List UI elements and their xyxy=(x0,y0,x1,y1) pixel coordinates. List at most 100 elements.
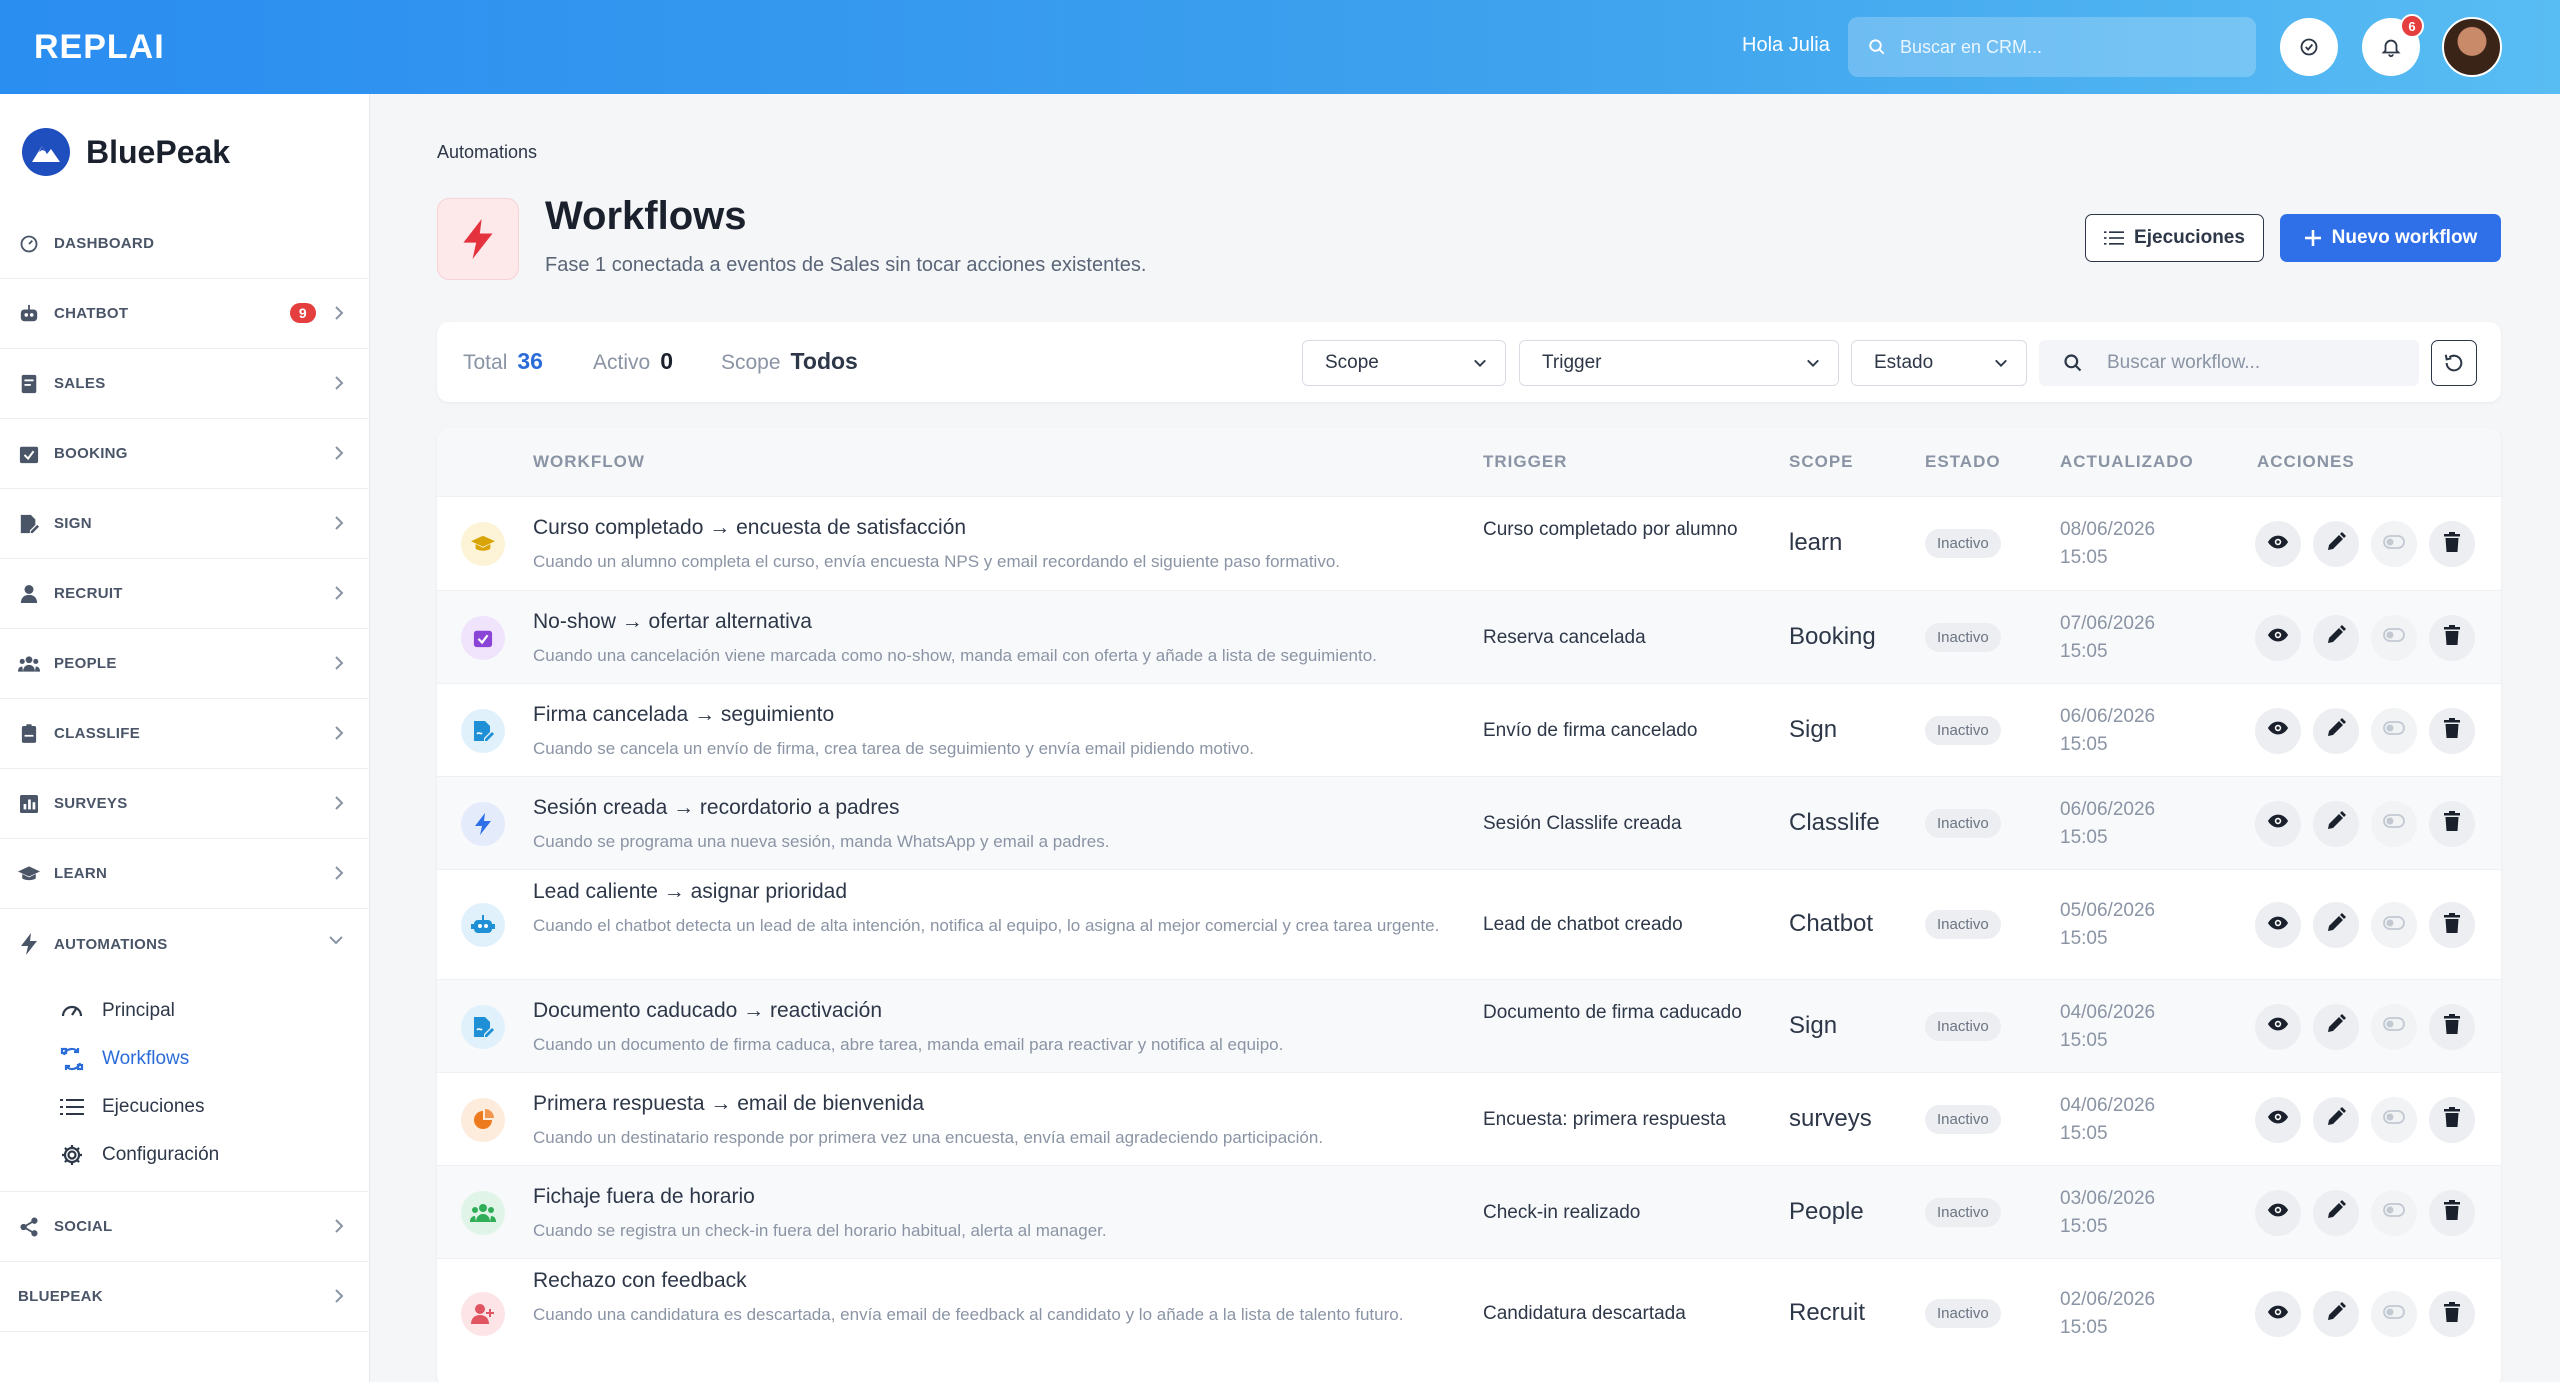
trigger-select[interactable]: Trigger xyxy=(1519,340,1839,386)
workflow-trigger: Reserva cancelada xyxy=(1483,626,1646,648)
user-avatar[interactable] xyxy=(2442,17,2502,77)
delete-button[interactable] xyxy=(2429,521,2475,567)
delete-button[interactable] xyxy=(2429,1291,2475,1337)
col-scope[interactable]: SCOPE xyxy=(1789,452,1854,472)
ejecuciones-label: Ejecuciones xyxy=(2134,227,2245,248)
workflow-title[interactable]: Documento caducado → reactivación xyxy=(533,999,882,1023)
view-button[interactable] xyxy=(2255,1003,2301,1050)
delete-button[interactable] xyxy=(2429,1096,2475,1143)
sidebar-item-chatbot[interactable]: CHATBOT 9 xyxy=(0,279,370,349)
sidebar-item-automations[interactable]: AUTOMATIONS xyxy=(0,909,370,979)
edit-button[interactable] xyxy=(2313,1003,2359,1050)
table-row[interactable]: Firma cancelada → seguimiento Cuando se c… xyxy=(437,683,2501,776)
edit-button[interactable] xyxy=(2313,800,2359,847)
submenu-item-ejecuciones[interactable]: Ejecuciones xyxy=(0,1083,370,1131)
submenu-item-principal[interactable]: Principal xyxy=(0,987,370,1035)
table-row[interactable]: Sesión creada → recordatorio a padres Cua… xyxy=(437,776,2501,869)
sidebar-item-bluepeak[interactable]: BLUEPEAK xyxy=(0,1262,370,1332)
view-button[interactable] xyxy=(2255,521,2301,567)
reset-filters-button[interactable] xyxy=(2431,340,2477,386)
view-button[interactable] xyxy=(2255,1096,2301,1143)
delete-button[interactable] xyxy=(2429,614,2475,661)
workflow-title[interactable]: Rechazo con feedback xyxy=(533,1269,747,1293)
view-button[interactable] xyxy=(2255,902,2301,948)
workflow-title[interactable]: Lead caliente → asignar prioridad xyxy=(533,880,847,904)
edit-button[interactable] xyxy=(2313,1189,2359,1236)
workflow-title[interactable]: Fichaje fuera de horario xyxy=(533,1185,755,1209)
delete-button[interactable] xyxy=(2429,902,2475,948)
toggle-active-button[interactable] xyxy=(2371,614,2417,661)
updated-time: 15:05 xyxy=(2060,1122,2108,1144)
table-row[interactable]: No-show → ofertar alternativa Cuando una … xyxy=(437,590,2501,683)
view-button[interactable] xyxy=(2255,800,2301,847)
edit-button[interactable] xyxy=(2313,1096,2359,1143)
workflow-title[interactable]: Curso completado → encuesta de satisfacc… xyxy=(533,516,966,540)
status-button[interactable] xyxy=(2280,18,2338,76)
view-button[interactable] xyxy=(2255,707,2301,754)
workflow-search-input[interactable]: Buscar workflow... xyxy=(2039,340,2419,386)
workflow-title[interactable]: Sesión creada → recordatorio a padres xyxy=(533,796,900,820)
workflow-updated: 05/06/2026 15:05 xyxy=(2060,897,2155,953)
submenu-item-label: Ejecuciones xyxy=(102,1096,205,1117)
toggle-active-button[interactable] xyxy=(2371,1189,2417,1236)
edit-button[interactable] xyxy=(2313,1291,2359,1337)
table-row[interactable]: Documento caducado → reactivación Cuando … xyxy=(437,979,2501,1072)
delete-button[interactable] xyxy=(2429,800,2475,847)
sidebar-item-booking[interactable]: BOOKING xyxy=(0,419,370,489)
scope-select[interactable]: Scope xyxy=(1302,340,1506,386)
sidebar-item-learn[interactable]: LEARN xyxy=(0,839,370,909)
table-row[interactable]: Rechazo con feedback Cuando una candidatu… xyxy=(437,1258,2501,1368)
sidebar-item-sales[interactable]: SALES xyxy=(0,349,370,419)
edit-button[interactable] xyxy=(2313,707,2359,754)
sidebar-item-dashboard[interactable]: DASHBOARD xyxy=(0,209,370,279)
table-row[interactable]: Lead caliente → asignar prioridad Cuando … xyxy=(437,869,2501,979)
col-actualizado[interactable]: ACTUALIZADO xyxy=(2060,452,2194,472)
sidebar-item-recruit[interactable]: RECRUIT xyxy=(0,559,370,629)
app-logo[interactable]: REPLAI xyxy=(34,28,165,67)
toggle-active-button[interactable] xyxy=(2371,800,2417,847)
ejecuciones-button[interactable]: Ejecuciones xyxy=(2085,214,2264,262)
sidebar-item-social[interactable]: SOCIAL xyxy=(0,1192,370,1262)
toggle-active-button[interactable] xyxy=(2371,902,2417,948)
chevron-down-icon xyxy=(1995,359,2007,367)
submenu-item-configuracion[interactable]: Configuración xyxy=(0,1131,370,1179)
sidebar-item-people[interactable]: PEOPLE xyxy=(0,629,370,699)
new-workflow-button[interactable]: Nuevo workflow xyxy=(2280,214,2501,262)
view-button[interactable] xyxy=(2255,1189,2301,1236)
sidebar-item-sign[interactable]: SIGN xyxy=(0,489,370,559)
sidebar-item-classlife[interactable]: CLASSLIFE xyxy=(0,699,370,769)
workflow-title[interactable]: No-show → ofertar alternativa xyxy=(533,610,812,634)
col-workflow[interactable]: WORKFLOW xyxy=(533,452,645,472)
delete-button[interactable] xyxy=(2429,707,2475,754)
view-button[interactable] xyxy=(2255,614,2301,661)
estado-select[interactable]: Estado xyxy=(1851,340,2027,386)
col-estado[interactable]: ESTADO xyxy=(1925,452,2001,472)
view-button[interactable] xyxy=(2255,1291,2301,1337)
edit-button[interactable] xyxy=(2313,902,2359,948)
delete-button[interactable] xyxy=(2429,1003,2475,1050)
workflow-title[interactable]: Primera respuesta → email de bienvenida xyxy=(533,1092,924,1116)
edit-button[interactable] xyxy=(2313,521,2359,567)
toggle-active-button[interactable] xyxy=(2371,521,2417,567)
submenu-item-workflows[interactable]: Workflows xyxy=(0,1035,370,1083)
breadcrumb[interactable]: Automations xyxy=(437,142,537,163)
notifications-button[interactable]: 6 xyxy=(2362,14,2424,76)
edit-button[interactable] xyxy=(2313,614,2359,661)
calendar-check-icon xyxy=(461,615,505,660)
toggle-active-button[interactable] xyxy=(2371,1003,2417,1050)
toggle-active-button[interactable] xyxy=(2371,707,2417,754)
table-row[interactable]: Primera respuesta → email de bienvenida C… xyxy=(437,1072,2501,1165)
eye-icon xyxy=(2267,720,2289,741)
table-row[interactable]: Fichaje fuera de horario Cuando se regist… xyxy=(437,1165,2501,1258)
col-trigger[interactable]: TRIGGER xyxy=(1483,452,1567,472)
sidebar-item-label: SALES xyxy=(54,375,106,392)
page-subtitle: Fase 1 conectada a eventos de Sales sin … xyxy=(545,254,1147,276)
delete-button[interactable] xyxy=(2429,1189,2475,1236)
toggle-active-button[interactable] xyxy=(2371,1096,2417,1143)
global-search-input[interactable]: Buscar en CRM... xyxy=(1848,17,2256,77)
brand[interactable]: BluePeak xyxy=(22,128,230,176)
workflow-title[interactable]: Firma cancelada → seguimiento xyxy=(533,703,834,727)
table-row[interactable]: Curso completado → encuesta de satisfacc… xyxy=(437,496,2501,590)
sidebar-item-surveys[interactable]: SURVEYS xyxy=(0,769,370,839)
toggle-active-button[interactable] xyxy=(2371,1291,2417,1337)
